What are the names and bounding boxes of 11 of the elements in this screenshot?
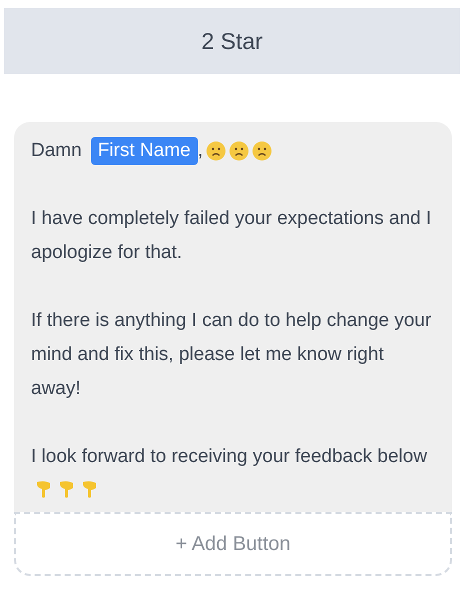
frown-face-icon xyxy=(228,141,249,161)
message-paragraph: I look forward to receiving your feedback below xyxy=(31,446,428,467)
header-title: 2 Star xyxy=(201,28,263,54)
greeting-text: Damn xyxy=(31,139,82,163)
comma-text: , xyxy=(198,139,203,163)
message-paragraph: If there is anything I can do to help change your mind and fix this, please let me know right away! xyxy=(31,310,432,399)
frown-face-icon xyxy=(252,141,272,161)
name-tag[interactable]: First Name xyxy=(90,137,198,165)
frown-face-icon xyxy=(206,141,226,161)
message-paragraph: I have completely failed your expectations and I apologize for that. xyxy=(31,208,432,263)
add-button[interactable]: + Add Button xyxy=(14,512,452,576)
